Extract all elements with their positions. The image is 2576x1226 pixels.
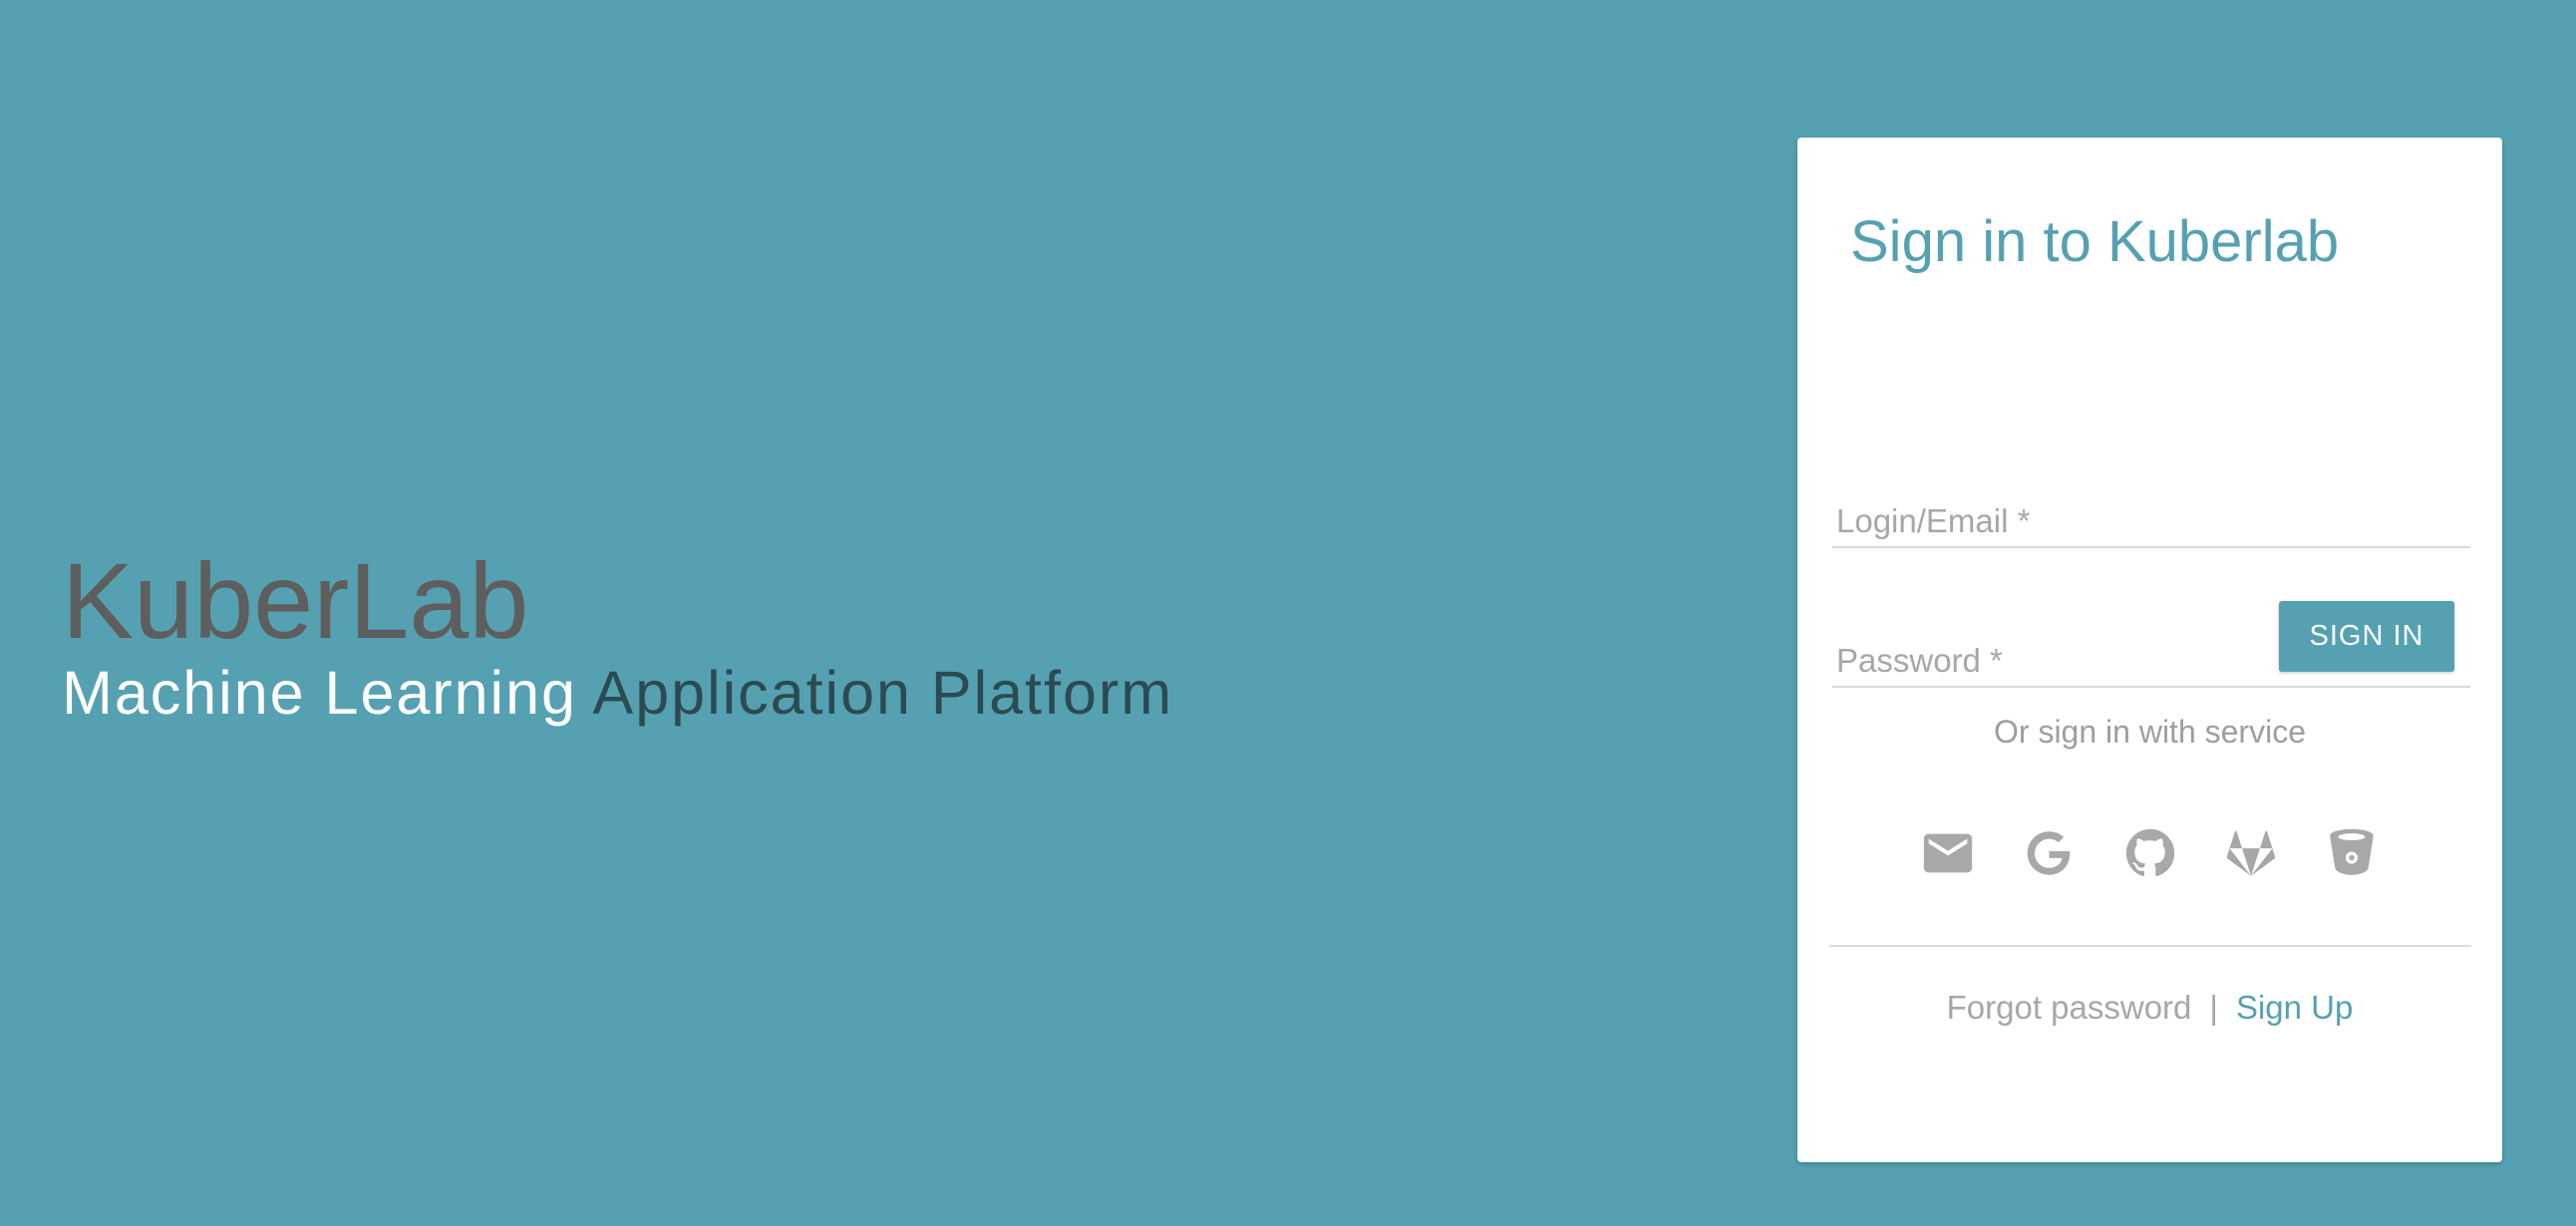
gitlab-service-button[interactable] bbox=[2220, 822, 2282, 884]
card-title: Sign in to Kuberlab bbox=[1850, 209, 2340, 274]
mail-icon bbox=[1923, 833, 1973, 873]
hero: KuberLab Machine Learning Application Pl… bbox=[62, 546, 1173, 728]
service-sign-in-label: Or sign in with service bbox=[1994, 714, 2306, 750]
github-service-button[interactable] bbox=[2119, 822, 2181, 884]
email-service-button[interactable] bbox=[1917, 822, 1979, 884]
card-divider bbox=[1829, 945, 2471, 947]
service-buttons bbox=[1917, 818, 2383, 888]
footer-links: Forgot password | Sign Up bbox=[1797, 989, 2502, 1027]
brand-title: KuberLab bbox=[62, 540, 529, 661]
bitbucket-icon bbox=[2330, 828, 2374, 875]
sign-in-card: Sign in to Kuberlab SIGN IN Or sign in w… bbox=[1797, 138, 2502, 1162]
gitlab-icon bbox=[2226, 830, 2276, 876]
google-service-button[interactable] bbox=[2018, 822, 2080, 884]
login-field bbox=[1832, 482, 2470, 548]
login-email-input[interactable] bbox=[1832, 502, 2470, 540]
sign-up-link[interactable]: Sign Up bbox=[2236, 989, 2353, 1026]
google-icon bbox=[2027, 831, 2072, 875]
subtitle-light: Machine Learning bbox=[62, 659, 577, 727]
bitbucket-service-button[interactable] bbox=[2321, 822, 2383, 884]
subtitle-dark: Application Platform bbox=[592, 659, 1174, 727]
forgot-password-link[interactable]: Forgot password bbox=[1947, 989, 2192, 1026]
github-icon bbox=[2125, 828, 2174, 877]
link-separator: | bbox=[2209, 989, 2218, 1026]
brand-subtitle: Machine Learning Application Platform bbox=[62, 658, 1173, 728]
sign-in-button[interactable]: SIGN IN bbox=[2279, 601, 2454, 672]
